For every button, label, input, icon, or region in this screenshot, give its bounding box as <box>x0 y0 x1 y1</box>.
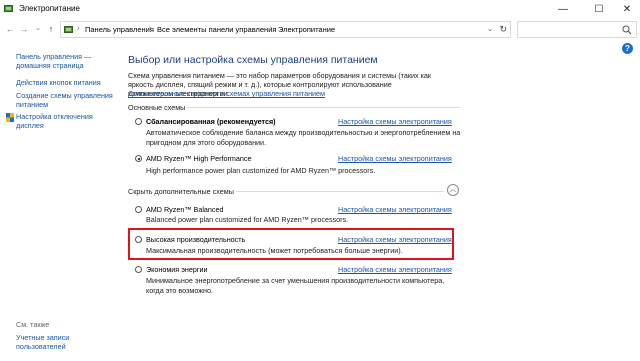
plan-settings-link[interactable]: Настройка схемы электропитания <box>338 205 452 214</box>
sidebar-item-home[interactable]: Панель управления — домашняя страница <box>16 52 91 70</box>
plan-settings-link[interactable]: Настройка схемы электропитания <box>338 117 452 126</box>
plan-name: AMD Ryzen™ High Performance <box>146 154 252 163</box>
plan-settings-link[interactable]: Настройка схемы электропитания <box>338 265 452 274</box>
learn-more-link[interactable]: Дополнительные сведения о схемах управле… <box>128 89 325 98</box>
user-accounts-link[interactable]: Учетные записи пользователей <box>16 333 69 351</box>
hidden-plans-heading: Скрыть дополнительные схемы <box>128 187 234 196</box>
address-bar-row: ← → ⌄ ↑ › Панель управления › Все элемен… <box>0 19 640 41</box>
plan-radio[interactable] <box>135 206 142 213</box>
recent-dropdown-icon[interactable]: ⌄ <box>32 23 44 35</box>
search-icon <box>622 25 632 35</box>
close-button[interactable]: ✕ <box>612 0 640 19</box>
help-icon[interactable]: ? <box>622 43 633 54</box>
plan-radio[interactable] <box>135 236 142 243</box>
primary-plans-heading: Основные схемы <box>128 103 186 112</box>
up-arrow-icon[interactable]: ↑ <box>45 23 57 35</box>
plan-radio[interactable] <box>135 266 142 273</box>
shield-icon <box>6 113 14 122</box>
address-field[interactable]: › Панель управления › Все элементы панел… <box>60 21 511 38</box>
refresh-icon[interactable]: ↻ <box>499 24 507 35</box>
plan-name: AMD Ryzen™ Balanced <box>146 205 224 214</box>
search-input[interactable] <box>517 21 637 38</box>
plan-name: Экономия энергии <box>146 265 208 274</box>
back-arrow-icon[interactable]: ← <box>4 23 16 35</box>
sidebar-item-display-off[interactable]: Настройка отключения дисплея <box>16 112 93 130</box>
maximize-button[interactable]: ☐ <box>584 0 614 19</box>
plan-description: Минимальное энергопотребление за счет ум… <box>146 276 445 295</box>
forward-arrow-icon[interactable]: → <box>18 23 30 35</box>
plan-settings-link[interactable]: Настройка схемы электропитания <box>338 154 452 163</box>
address-dropdown-icon[interactable]: ⌄ <box>487 25 493 33</box>
group-divider <box>186 107 460 108</box>
title-bar: Электропитание — ☐ ✕ <box>0 0 640 19</box>
plan-description: Balanced power plan customized for AMD R… <box>146 215 349 224</box>
page-title: Выбор или настройка схемы управления пит… <box>128 54 378 66</box>
window-title: Электропитание <box>19 4 80 13</box>
group-divider <box>236 191 444 192</box>
plan-description: High performance power plan customized f… <box>146 166 376 175</box>
sidebar-item-power-buttons[interactable]: Действия кнопок питания <box>16 78 101 87</box>
control-panel-icon <box>64 26 73 33</box>
plan-settings-link[interactable]: Настройка схемы электропитания <box>338 235 452 244</box>
breadcrumb-power-options[interactable]: Электропитание <box>278 25 335 34</box>
plan-name: Высокая производительность <box>146 235 246 244</box>
breadcrumb-separator: › <box>270 25 273 32</box>
breadcrumb-all-items[interactable]: Все элементы панели управления <box>157 25 276 34</box>
breadcrumb-separator: › <box>77 25 80 32</box>
plan-radio[interactable] <box>135 118 142 125</box>
minimize-button[interactable]: — <box>548 0 578 19</box>
collapse-chevron-icon[interactable]: ︿ <box>447 184 459 196</box>
see-also-label: См. также <box>16 320 50 329</box>
plan-description: Автоматическое соблюдение баланса между … <box>146 128 461 147</box>
breadcrumb-control-panel[interactable]: Панель управления <box>85 25 154 34</box>
power-options-icon <box>4 5 13 12</box>
plan-radio[interactable] <box>135 155 142 162</box>
plan-name: Сбалансированная (рекомендуется) <box>146 117 276 126</box>
plan-description: Максимальная производительность (может п… <box>146 246 403 255</box>
breadcrumb-separator: › <box>149 25 152 32</box>
sidebar-item-create-plan[interactable]: Создание схемы управления питанием <box>16 91 113 109</box>
